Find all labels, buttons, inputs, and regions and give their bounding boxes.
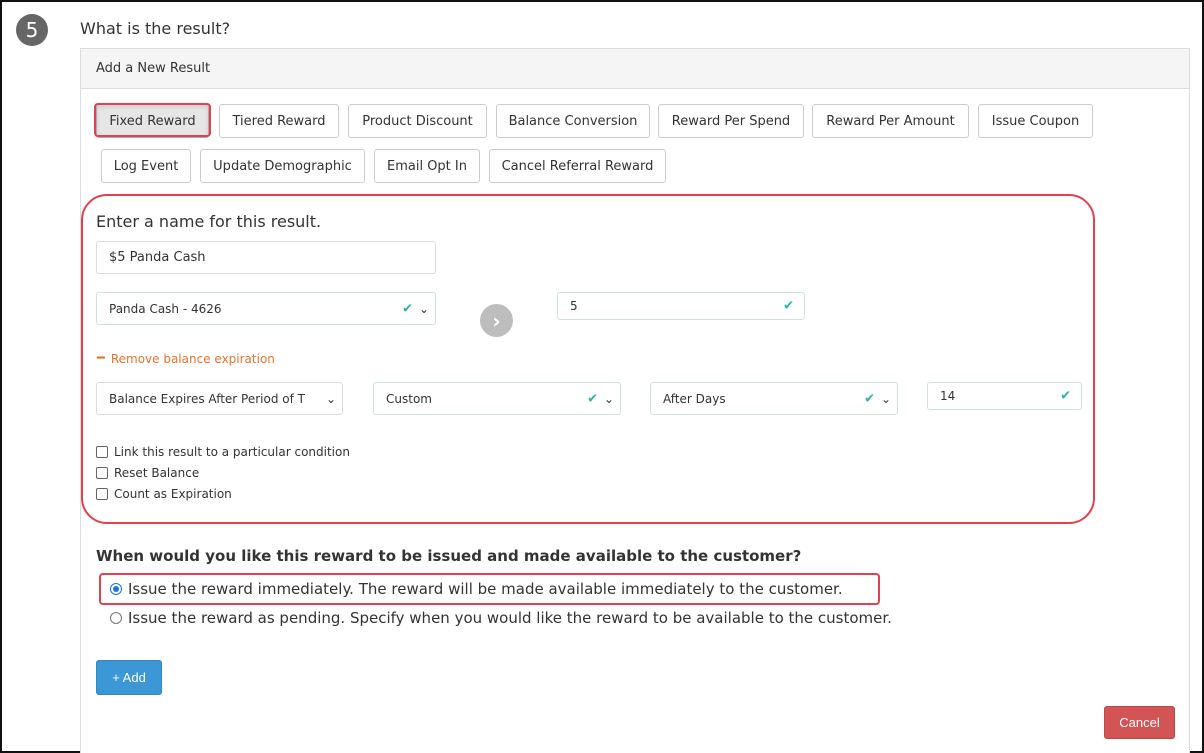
result-name-value: $5 Panda Cash (109, 250, 206, 265)
remove-expiration-label: Remove balance expiration (110, 351, 275, 366)
expiry-type-select[interactable]: Balance Expires After Period of Ti ⌄ (96, 382, 343, 415)
check-icon: ✔ (783, 298, 794, 314)
link-condition-label: Link this result to a particular conditi… (114, 445, 350, 459)
issue-immediate-option[interactable]: Issue the reward immediately. The reward… (110, 580, 843, 598)
issue-pending-radio[interactable] (110, 612, 122, 624)
days-value: 14 (940, 389, 956, 403)
cancel-button[interactable]: Cancel (1104, 706, 1175, 739)
issue-pending-label: Issue the reward as pending. Specify whe… (128, 609, 892, 627)
type-email-opt-in-button[interactable]: Email Opt In (374, 149, 480, 183)
amount-input[interactable]: 5 ✔ (557, 292, 805, 320)
period-value: Custom (386, 391, 432, 406)
count-expiration-label: Count as Expiration (114, 487, 232, 501)
minus-icon: ━ (97, 351, 105, 366)
check-icon: ✔ (864, 391, 875, 406)
type-update-demographic-button[interactable]: Update Demographic (200, 149, 365, 183)
reset-balance-checkbox-row[interactable]: Reset Balance (96, 466, 199, 480)
result-name-label: Enter a name for this result. (96, 212, 322, 231)
type-log-event-button[interactable]: Log Event (101, 149, 191, 183)
after-select[interactable]: After Days ✔ ⌄ (650, 382, 898, 415)
type-product-discount-button[interactable]: Product Discount (348, 104, 487, 138)
arrow-right-circle-icon: › (480, 304, 513, 337)
type-cancel-referral-reward-button[interactable]: Cancel Referral Reward (489, 149, 666, 183)
chevron-down-icon: ⌄ (418, 301, 429, 316)
reset-balance-checkbox[interactable] (96, 467, 108, 479)
issue-question: When would you like this reward to be is… (96, 547, 802, 565)
count-expiration-checkbox-row[interactable]: Count as Expiration (96, 487, 232, 501)
highlight-fixed-reward (94, 103, 211, 137)
step-question: What is the result? (80, 19, 231, 38)
type-balance-conversion-button[interactable]: Balance Conversion (496, 104, 650, 138)
type-tiered-reward-button[interactable]: Tiered Reward (219, 104, 339, 138)
link-condition-checkbox[interactable] (96, 446, 108, 458)
check-icon: ✔ (402, 301, 413, 316)
step-number-badge: 5 (16, 14, 48, 46)
check-icon: ✔ (587, 391, 598, 406)
issue-immediate-label: Issue the reward immediately. The reward… (128, 580, 843, 598)
result-name-input[interactable]: $5 Panda Cash (96, 241, 436, 274)
type-reward-per-spend-button[interactable]: Reward Per Spend (658, 104, 804, 138)
after-value: After Days (663, 391, 726, 406)
issue-pending-option[interactable]: Issue the reward as pending. Specify whe… (110, 609, 892, 627)
add-button[interactable]: + Add (96, 660, 162, 695)
reset-balance-label: Reset Balance (114, 466, 200, 480)
balance-select[interactable]: Panda Cash - 4626 ✔ ⌄ (96, 292, 436, 325)
chevron-down-icon: ⌄ (325, 391, 336, 406)
days-input[interactable]: 14 ✔ (927, 382, 1082, 410)
period-select[interactable]: Custom ✔ ⌄ (373, 382, 621, 415)
issue-immediate-radio[interactable] (110, 583, 122, 595)
link-condition-checkbox-row[interactable]: Link this result to a particular conditi… (96, 445, 350, 459)
count-expiration-checkbox[interactable] (96, 488, 108, 500)
type-issue-coupon-button[interactable]: Issue Coupon (978, 104, 1093, 138)
type-reward-per-amount-button[interactable]: Reward Per Amount (812, 104, 969, 138)
panel-title: Add a New Result (81, 49, 1189, 89)
expiry-type-value: Balance Expires After Period of Ti (109, 391, 305, 406)
amount-value: 5 (570, 299, 578, 313)
balance-select-value: Panda Cash - 4626 (109, 301, 222, 316)
chevron-down-icon: ⌄ (603, 391, 614, 406)
chevron-down-icon: ⌄ (880, 391, 891, 406)
check-icon: ✔ (1060, 388, 1071, 404)
remove-expiration-link[interactable]: ━ Remove balance expiration (97, 351, 275, 366)
